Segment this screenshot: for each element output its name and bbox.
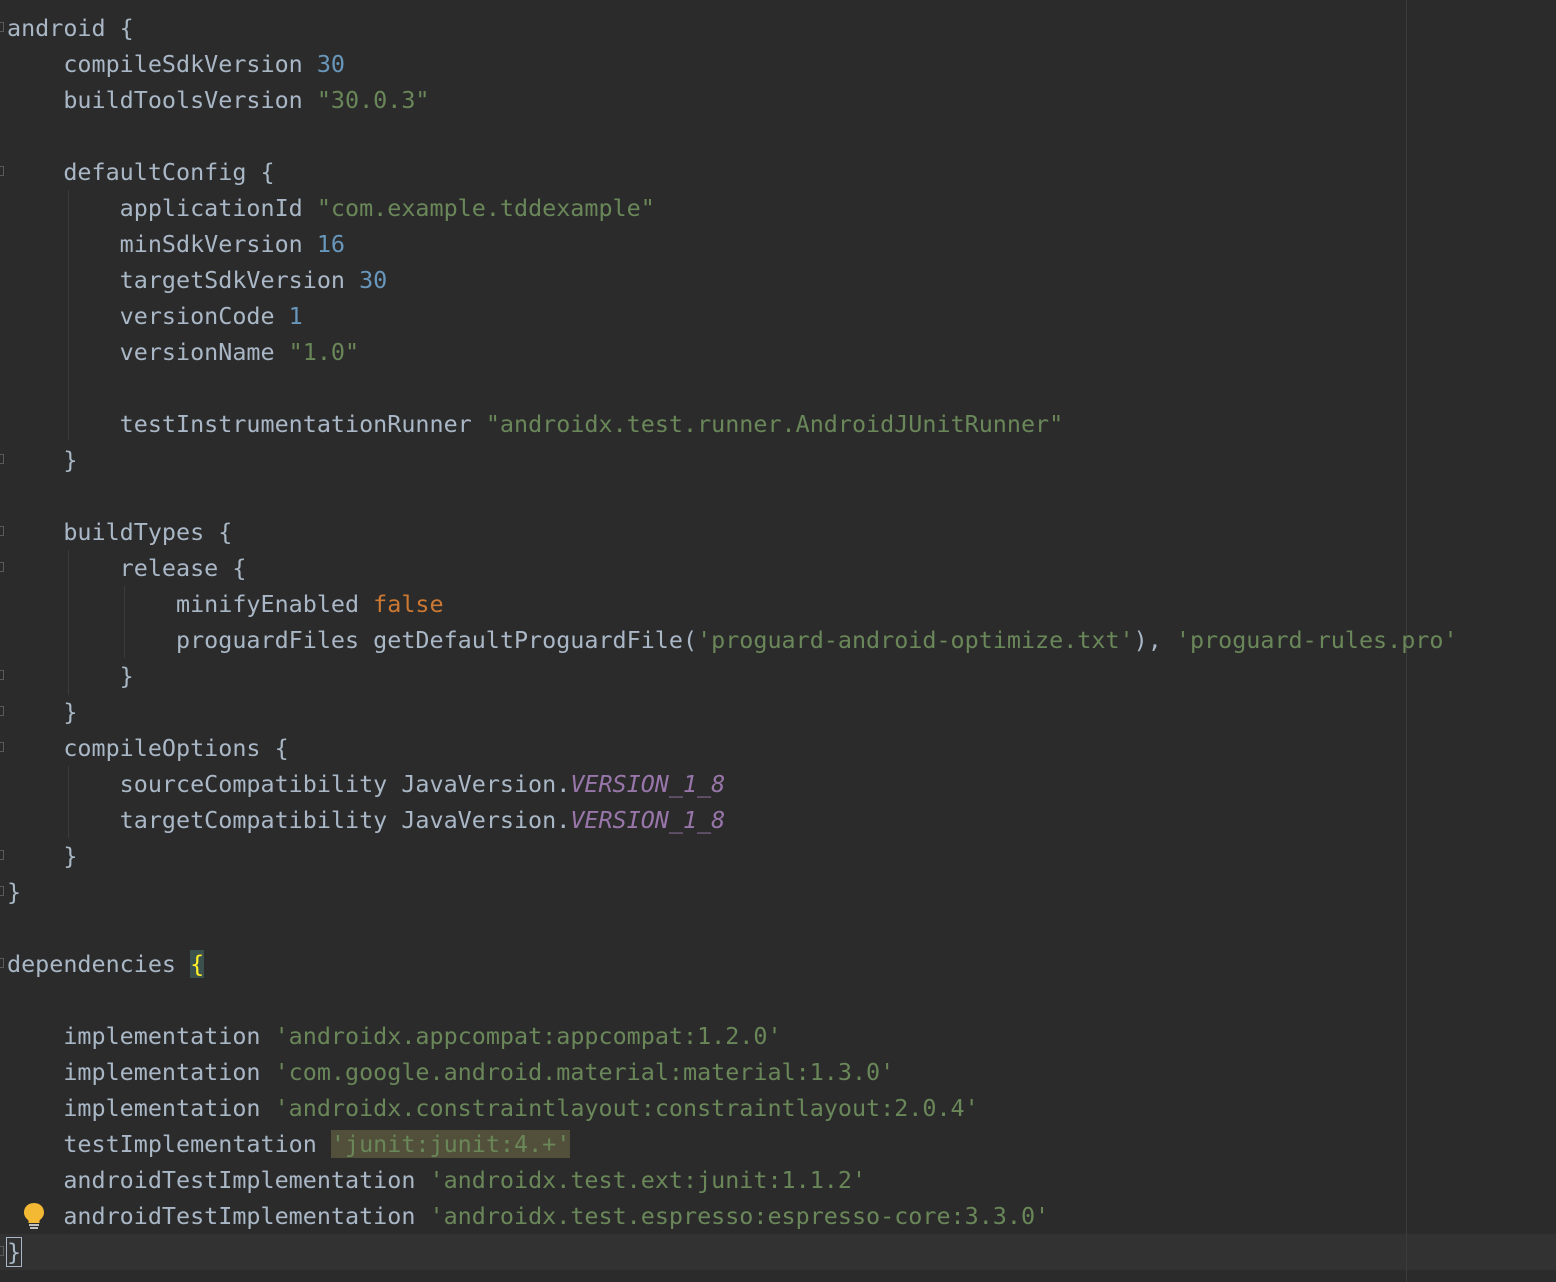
code-line: } [5,1234,23,1270]
code-token: VERSION_1_8 [570,806,726,834]
code-token: proguardFiles getDefaultProguardFile( [176,626,698,654]
code-token: applicationId [119,194,317,222]
code-token: android { [7,14,134,42]
code-line: proguardFiles getDefaultProguardFile('pr… [7,622,1458,658]
code-token: 'proguard-android-optimize.txt' [697,626,1134,654]
code-token: testInstrumentationRunner [119,410,486,438]
code-token: buildToolsVersion [63,86,317,114]
fold-marker[interactable] [0,670,4,680]
fold-marker[interactable] [0,562,4,572]
code-token: 1 [288,302,303,330]
code-line: compileOptions { [7,730,289,766]
code-token: false [373,590,444,618]
code-line: testInstrumentationRunner "androidx.test… [7,406,1064,442]
code-token: VERSION_1_8 [570,770,726,798]
code-line: minSdkVersion 16 [7,226,345,262]
code-token: buildTypes { [63,518,233,546]
fold-marker[interactable] [0,22,4,32]
code-line: } [7,694,77,730]
code-token: targetSdkVersion [119,266,360,294]
code-token: 'proguard-rules.pro' [1175,626,1458,654]
code-token: 30 [359,266,388,294]
code-line: android { [7,10,134,46]
code-line: implementation 'androidx.constraintlayou… [7,1090,979,1126]
code-token: versionName [119,338,289,366]
code-token: "com.example.tddexample" [316,194,655,222]
code-line: } [7,658,134,694]
fold-marker[interactable] [0,742,4,752]
code-token: "androidx.test.runner.AndroidJUnitRunner… [485,410,1064,438]
fold-marker[interactable] [0,454,4,464]
code-token: 'androidx.appcompat:appcompat:1.2.0' [274,1022,782,1050]
code-line: buildTypes { [7,514,232,550]
code-token: testImplementation [63,1130,331,1158]
code-line: } [7,838,77,874]
code-token: sourceCompatibility JavaVersion. [119,770,571,798]
code-token: } [63,446,78,474]
code-token: compileSdkVersion [63,50,317,78]
code-token: { [190,950,205,978]
code-token: release { [119,554,247,582]
code-token: } [63,698,78,726]
code-token: implementation [63,1058,275,1086]
code-line: implementation 'androidx.appcompat:appco… [7,1018,782,1054]
code-line: versionName "1.0" [7,334,359,370]
fold-marker[interactable] [0,1246,4,1256]
code-line: } [7,442,77,478]
code-token: 'junit:junit:4.+' [330,1130,571,1158]
code-token: versionCode [119,302,289,330]
code-token: "1.0" [288,338,360,366]
code-line: sourceCompatibility JavaVersion.VERSION_… [7,766,726,802]
fold-marker[interactable] [0,166,4,176]
code-line: applicationId "com.example.tddexample" [7,190,655,226]
code-token: 'com.google.android.material:material:1.… [274,1058,895,1086]
lightbulb-icon[interactable] [22,1202,46,1230]
code-token: implementation [63,1022,275,1050]
code-line: defaultConfig { [7,154,275,190]
caret-line-highlight [0,1234,1556,1270]
code-token: minifyEnabled [176,590,374,618]
code-token: targetCompatibility JavaVersion. [119,806,571,834]
fold-marker[interactable] [0,526,4,536]
code-token: 'androidx.constraintlayout:constraintlay… [274,1094,979,1122]
code-token: ), [1133,626,1176,654]
code-token: androidTestImplementation [63,1202,430,1230]
code-line: } [7,874,21,910]
code-token: defaultConfig { [63,158,275,186]
fold-marker[interactable] [0,850,4,860]
code-token: implementation [63,1094,275,1122]
code-line: testImplementation 'junit:junit:4.+' [7,1126,571,1162]
code-token: 30 [316,50,345,78]
code-line: targetCompatibility JavaVersion.VERSION_… [7,802,726,838]
code-token: compileOptions { [63,734,289,762]
code-token: 'androidx.test.ext:junit:1.1.2' [429,1166,867,1194]
code-line: buildToolsVersion "30.0.3" [7,82,430,118]
code-line: androidTestImplementation 'androidx.test… [7,1162,866,1198]
code-line: implementation 'com.google.android.mater… [7,1054,894,1090]
fold-marker[interactable] [0,958,4,968]
fold-marker[interactable] [0,886,4,896]
code-line: release { [7,550,247,586]
code-token: dependencies [7,950,191,978]
code-token: } [7,878,22,906]
code-token: } [119,662,134,690]
code-token: 'androidx.test.espresso:espresso-core:3.… [429,1202,1050,1230]
code-line: targetSdkVersion 30 [7,262,388,298]
code-line: compileSdkVersion 30 [7,46,345,82]
code-token: 16 [316,230,345,258]
code-editor[interactable]: android { compileSdkVersion 30 buildTool… [0,0,1556,1282]
code-token: androidTestImplementation [63,1166,430,1194]
code-line: androidTestImplementation 'androidx.test… [7,1198,1049,1234]
code-token: "30.0.3" [316,86,430,114]
fold-marker[interactable] [0,706,4,716]
code-line: dependencies { [7,946,205,982]
code-line: versionCode 1 [7,298,303,334]
code-token: minSdkVersion [119,230,317,258]
code-line: minifyEnabled false [7,586,444,622]
code-token: } [5,1237,23,1267]
code-token: } [63,842,78,870]
